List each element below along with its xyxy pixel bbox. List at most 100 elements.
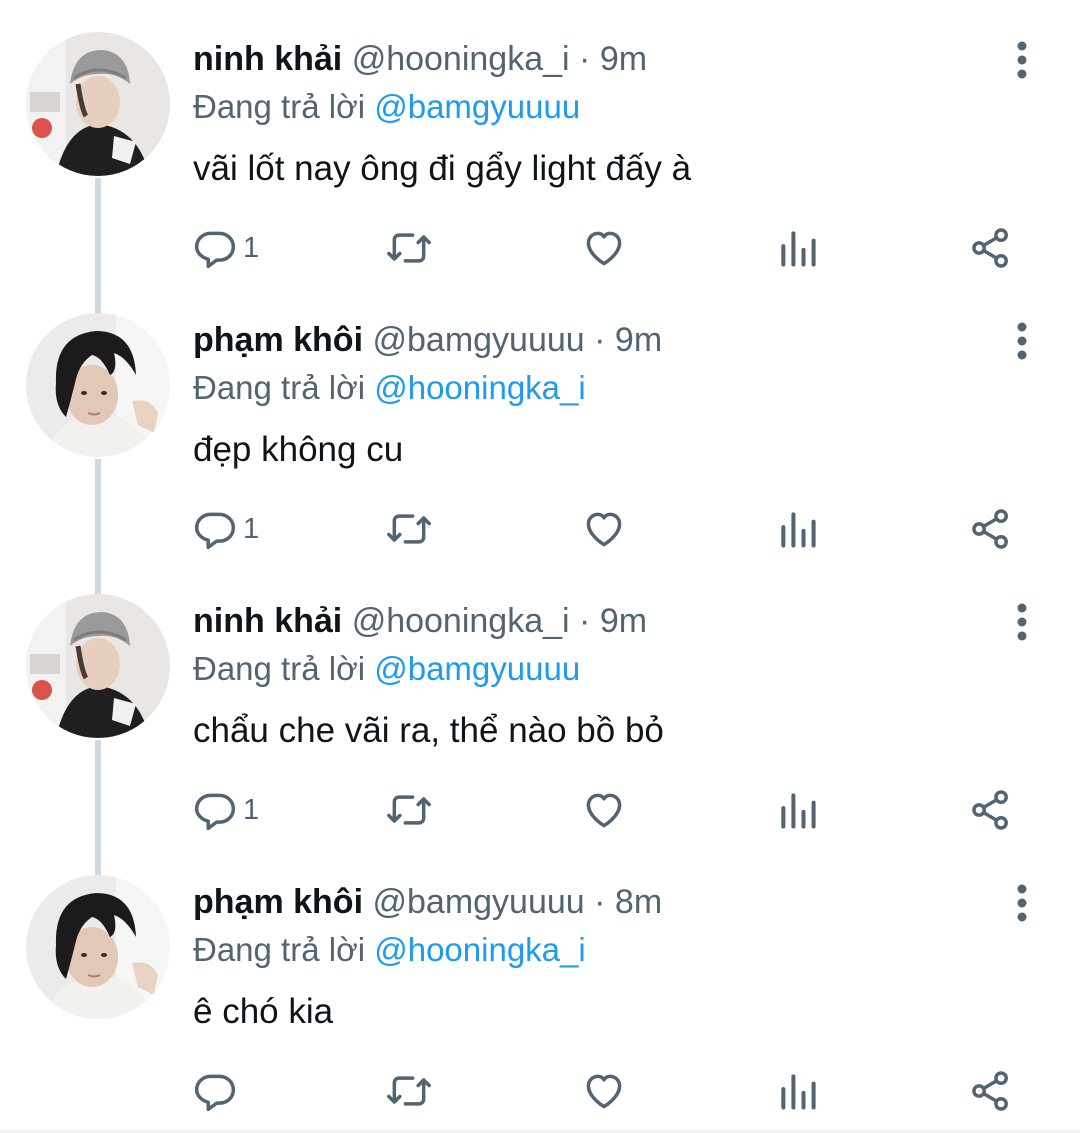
- reply-button[interactable]: 1: [193, 220, 259, 276]
- separator: ·: [594, 883, 606, 921]
- action-bar: [0, 1063, 1080, 1119]
- tweet[interactable]: phạm khôi @bamgyuuuu · 9m Đang trả lời @…: [0, 281, 1080, 562]
- avatar[interactable]: [26, 594, 170, 738]
- action-bar: 1: [0, 782, 1080, 838]
- views-icon: [781, 231, 816, 267]
- replying-to-line: Đang trả lời @hooningka_i: [193, 927, 586, 973]
- tweet-text: ê chó kia: [193, 992, 334, 1031]
- views-icon: [781, 793, 816, 829]
- mention-link[interactable]: @bamgyuuuu: [374, 650, 580, 687]
- more-options-button[interactable]: [1000, 881, 1044, 925]
- timestamp[interactable]: 8m: [615, 883, 662, 921]
- like-button[interactable]: [582, 1063, 626, 1119]
- like-button[interactable]: [582, 501, 626, 557]
- replying-prefix: Đang trả lời: [193, 369, 366, 406]
- reply-button[interactable]: 1: [193, 782, 259, 838]
- user-handle[interactable]: @hooningka_i: [352, 602, 570, 640]
- share-button[interactable]: [969, 220, 1013, 276]
- avatar[interactable]: [26, 313, 170, 457]
- retweet-button[interactable]: [385, 220, 433, 276]
- separator: ·: [579, 40, 591, 78]
- replying-to-line: Đang trả lời @hooningka_i: [193, 365, 586, 411]
- like-button[interactable]: [582, 782, 626, 838]
- display-name[interactable]: phạm khôi: [193, 321, 363, 359]
- retweet-icon: [387, 233, 431, 263]
- share-icon: [972, 509, 1008, 549]
- more-vertical-icon: [1017, 41, 1027, 79]
- more-options-button[interactable]: [1000, 38, 1044, 82]
- views-button[interactable]: [776, 782, 820, 838]
- reply-button[interactable]: [193, 1063, 243, 1119]
- display-name[interactable]: ninh khải: [193, 40, 342, 78]
- retweet-button[interactable]: [385, 501, 433, 557]
- reply-icon: [194, 231, 236, 269]
- reply-thread: ninh khải @hooningka_i · 9m Đang trả lời…: [0, 0, 1080, 1133]
- share-button[interactable]: [969, 501, 1013, 557]
- retweet-button[interactable]: [385, 782, 433, 838]
- reply-count: 1: [243, 794, 260, 826]
- heart-icon: [586, 1074, 622, 1109]
- tweet-header: ninh khải @hooningka_i · 9m: [193, 36, 647, 82]
- user-handle[interactable]: @hooningka_i: [352, 40, 570, 78]
- reply-icon: [194, 512, 236, 550]
- like-button[interactable]: [582, 220, 626, 276]
- replying-prefix: Đang trả lời: [193, 931, 366, 968]
- replying-prefix: Đang trả lời: [193, 88, 366, 125]
- replying-to-line: Đang trả lời @bamgyuuuu: [193, 646, 580, 692]
- reply-count: 1: [243, 232, 260, 264]
- mention-link[interactable]: @hooningka_i: [374, 369, 586, 406]
- action-bar: 1: [0, 220, 1080, 276]
- tweet[interactable]: phạm khôi @bamgyuuuu · 8m Đang trả lời @…: [0, 843, 1080, 1124]
- views-icon: [781, 1074, 816, 1110]
- share-icon: [972, 228, 1008, 268]
- reply-button[interactable]: 1: [193, 501, 259, 557]
- retweet-icon: [387, 795, 431, 825]
- display-name[interactable]: ninh khải: [193, 602, 342, 640]
- user-handle[interactable]: @bamgyuuuu: [372, 883, 584, 921]
- replying-prefix: Đang trả lời: [193, 650, 366, 687]
- retweet-button[interactable]: [385, 1063, 433, 1119]
- views-button[interactable]: [776, 501, 820, 557]
- reply-count: 1: [243, 513, 260, 545]
- retweet-icon: [387, 1076, 431, 1106]
- views-button[interactable]: [776, 220, 820, 276]
- tweet[interactable]: ninh khải @hooningka_i · 9m Đang trả lời…: [0, 0, 1080, 281]
- timestamp[interactable]: 9m: [600, 602, 647, 640]
- separator: ·: [579, 602, 591, 640]
- display-name[interactable]: phạm khôi: [193, 883, 363, 921]
- tweet-header: phạm khôi @bamgyuuuu · 8m: [193, 879, 662, 925]
- more-vertical-icon: [1017, 603, 1027, 641]
- timestamp[interactable]: 9m: [600, 40, 647, 78]
- heart-icon: [586, 512, 622, 547]
- reply-icon: [194, 1074, 236, 1112]
- views-button[interactable]: [776, 1063, 820, 1119]
- more-options-button[interactable]: [1000, 600, 1044, 644]
- action-bar: 1: [0, 501, 1080, 557]
- more-options-button[interactable]: [1000, 319, 1044, 363]
- tweet-text: vãi lốt nay ông đi gẩy light đấy à: [193, 149, 692, 188]
- timestamp[interactable]: 9m: [615, 321, 662, 359]
- tweet-header: ninh khải @hooningka_i · 9m: [193, 598, 647, 644]
- avatar[interactable]: [26, 32, 170, 176]
- tweet-text: chẩu che vãi ra, thể nào bồ bỏ: [193, 711, 664, 750]
- tweet-text: đẹp không cu: [193, 430, 404, 469]
- heart-icon: [586, 231, 622, 266]
- share-button[interactable]: [969, 782, 1013, 838]
- share-icon: [972, 790, 1008, 830]
- user-handle[interactable]: @bamgyuuuu: [372, 321, 584, 359]
- share-icon: [972, 1071, 1008, 1111]
- retweet-icon: [387, 514, 431, 544]
- reply-icon: [194, 793, 236, 831]
- tweet[interactable]: ninh khải @hooningka_i · 9m Đang trả lời…: [0, 562, 1080, 843]
- views-icon: [781, 512, 816, 548]
- replying-to-line: Đang trả lời @bamgyuuuu: [193, 84, 580, 130]
- heart-icon: [586, 793, 622, 828]
- more-vertical-icon: [1017, 322, 1027, 360]
- more-vertical-icon: [1017, 884, 1027, 922]
- tweet-header: phạm khôi @bamgyuuuu · 9m: [193, 317, 662, 363]
- share-button[interactable]: [969, 1063, 1013, 1119]
- mention-link[interactable]: @bamgyuuuu: [374, 88, 580, 125]
- avatar[interactable]: [26, 875, 170, 1019]
- mention-link[interactable]: @hooningka_i: [374, 931, 586, 968]
- separator: ·: [594, 321, 606, 359]
